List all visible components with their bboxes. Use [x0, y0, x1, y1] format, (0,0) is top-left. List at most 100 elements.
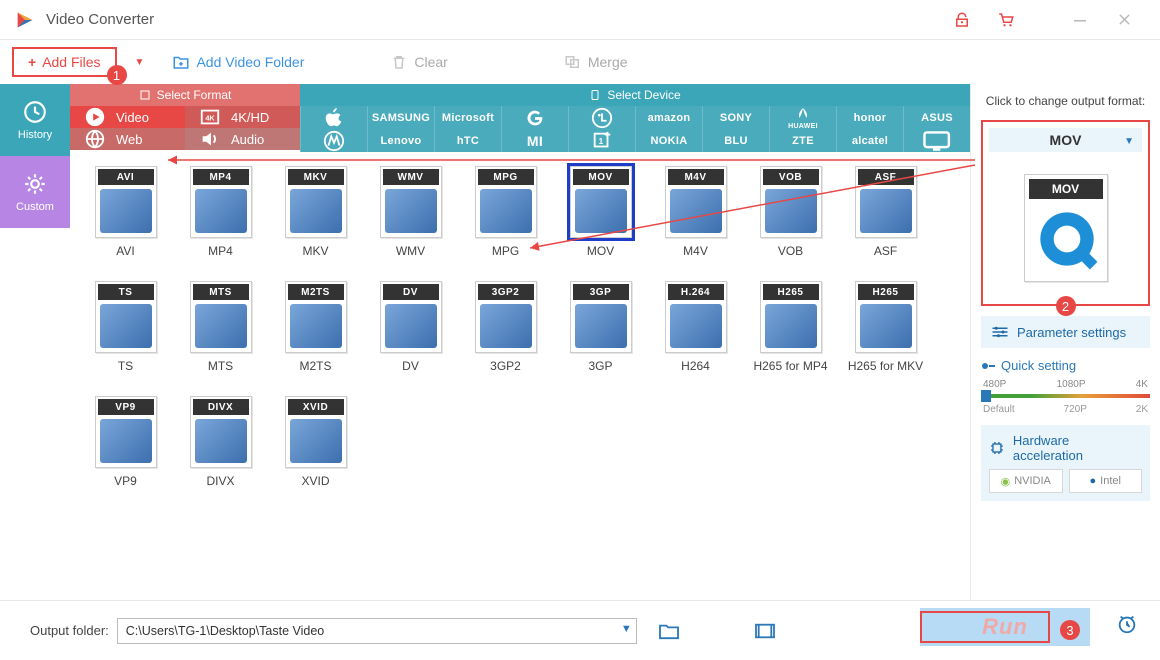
format-wmv[interactable]: WMVWMV — [363, 166, 458, 281]
brand-blu[interactable]: BLU — [702, 130, 769, 152]
brand-row-2: LenovohTCMI1NOKIABLUZTEalcatel — [300, 130, 970, 152]
schedule-button[interactable] — [1116, 613, 1138, 640]
add-files-dropdown[interactable]: ▼ — [135, 57, 145, 68]
open-output-button[interactable] — [747, 618, 783, 644]
format-avi[interactable]: AVIAVI — [78, 166, 173, 281]
chevron-down-icon[interactable]: ▼ — [1124, 136, 1134, 147]
add-files-button[interactable]: + Add Files — [12, 47, 117, 77]
brand-oneplus[interactable]: 1 — [568, 130, 635, 152]
format-3gp2[interactable]: 3GP23GP2 — [458, 281, 553, 396]
history-icon — [22, 99, 48, 125]
brand-honor[interactable]: honor — [836, 106, 903, 130]
format-xvid[interactable]: XVIDXVID — [268, 396, 363, 511]
category-rows: Video 4K 4K/HD Web Audio — [70, 106, 970, 152]
web-label: Web — [116, 132, 143, 147]
select-device-tab[interactable]: Select Device — [300, 84, 970, 106]
sidebar-item-custom[interactable]: Custom — [0, 156, 70, 228]
open-folder-button[interactable] — [651, 618, 687, 644]
brand-microsoft[interactable]: Microsoft — [434, 106, 501, 130]
format-3gp[interactable]: 3GP3GP — [553, 281, 648, 396]
output-format-box[interactable]: MOV ▼ MOV 2 — [981, 120, 1150, 306]
brand-google[interactable] — [501, 106, 568, 130]
output-path-text: C:\Users\TG-1\Desktop\Taste Video — [126, 624, 324, 638]
cat-hd[interactable]: 4K 4K/HD — [185, 106, 300, 128]
brand-apple[interactable] — [300, 106, 367, 130]
gear-icon — [22, 171, 48, 197]
brand-lg[interactable] — [568, 106, 635, 130]
callout-2-badge: 2 — [1056, 296, 1076, 316]
sidebar-item-history[interactable]: History — [0, 84, 70, 156]
format-asf[interactable]: ASFASF — [838, 166, 933, 281]
dot-line-icon — [981, 359, 995, 373]
quicktime-icon — [1035, 207, 1099, 271]
format-ts[interactable]: TSTS — [78, 281, 173, 396]
merge-button[interactable]: Merge — [554, 53, 638, 71]
device-icon — [589, 89, 601, 101]
content-area: History Custom Select Format Select Devi… — [0, 84, 1160, 600]
chip-nvidia[interactable]: ◉NVIDIA — [989, 469, 1063, 493]
output-format-name: MOV — [1050, 132, 1082, 148]
cart-button[interactable] — [984, 0, 1028, 40]
path-dropdown-icon[interactable]: ▼ — [621, 623, 632, 635]
format-vob[interactable]: VOBVOB — [743, 166, 838, 281]
brand-amazon[interactable]: amazon — [635, 106, 702, 130]
brand-tv[interactable] — [903, 130, 970, 152]
video-label: Video — [116, 110, 149, 125]
run-label: Run — [982, 614, 1028, 640]
format-vp9[interactable]: VP9VP9 — [78, 396, 173, 511]
app-title: Video Converter — [46, 11, 940, 28]
brand-motorola[interactable] — [300, 130, 367, 152]
select-device-label: Select Device — [607, 88, 680, 102]
clear-label: Clear — [414, 54, 447, 70]
activate-button[interactable] — [940, 0, 984, 40]
format-mov[interactable]: MOVMOV — [553, 166, 648, 281]
brand-sony[interactable]: SONY — [702, 106, 769, 130]
minimize-button[interactable] — [1058, 0, 1102, 40]
format-mkv[interactable]: MKVMKV — [268, 166, 363, 281]
plus-icon: + — [28, 54, 36, 70]
brand-xiaomi[interactable]: MI — [501, 130, 568, 152]
chip-intel[interactable]: ●Intel — [1069, 469, 1143, 493]
quality-slider[interactable] — [981, 394, 1150, 398]
brand-asus[interactable]: ASUS — [903, 106, 970, 130]
brand-samsung[interactable]: SAMSUNG — [367, 106, 434, 130]
brand-nokia[interactable]: NOKIA — [635, 130, 702, 152]
format-m2ts[interactable]: M2TSM2TS — [268, 281, 363, 396]
format-grid: AVIAVIMP4MP4MKVMKVWMVWMVMPGMPGMOVMOVM4VM… — [70, 152, 970, 600]
cat-video[interactable]: Video — [70, 106, 185, 128]
audio-label: Audio — [231, 132, 264, 147]
hw-accel-toggle[interactable]: Hardware acceleration — [989, 433, 1142, 463]
format-dv[interactable]: DVDV — [363, 281, 458, 396]
format-icon — [139, 89, 151, 101]
output-format-title: MOV ▼ — [989, 128, 1142, 152]
format-mpg[interactable]: MPGMPG — [458, 166, 553, 281]
brand-lenovo[interactable]: Lenovo — [367, 130, 434, 152]
brand-zte[interactable]: ZTE — [769, 130, 836, 152]
parameter-settings-button[interactable]: Parameter settings — [981, 316, 1150, 348]
format-divx[interactable]: DIVXDIVX — [173, 396, 268, 511]
clear-button[interactable]: Clear — [380, 53, 457, 71]
format-mp4[interactable]: MP4MP4 — [173, 166, 268, 281]
globe-icon — [84, 128, 106, 150]
quality-marks-top: 480P 1080P 4K — [981, 379, 1150, 390]
format-m4v[interactable]: M4VM4V — [648, 166, 743, 281]
play-circle-icon — [84, 106, 106, 128]
output-folder-path[interactable]: C:\Users\TG-1\Desktop\Taste Video ▼ — [117, 618, 637, 644]
cat-web[interactable]: Web — [70, 128, 185, 150]
brand-htc[interactable]: hTC — [434, 130, 501, 152]
hw-accel-label: Hardware acceleration — [1013, 433, 1142, 463]
select-format-tab[interactable]: Select Format — [70, 84, 300, 106]
format-h264[interactable]: H.264H264 — [648, 281, 743, 396]
toolbar: + Add Files 1 ▼ Add Video Folder Clear M… — [0, 40, 1160, 84]
add-video-folder-button[interactable]: Add Video Folder — [162, 53, 314, 71]
format-h265-for-mkv[interactable]: H265H265 for MKV — [838, 281, 933, 396]
format-mts[interactable]: MTSMTS — [173, 281, 268, 396]
output-preview: MOV — [989, 158, 1142, 298]
brand-alcatel[interactable]: alcatel — [836, 130, 903, 152]
brand-huawei[interactable]: HUAWEI — [769, 106, 836, 130]
format-h265-for-mp4[interactable]: H265H265 for MP4 — [743, 281, 838, 396]
quality-marks-bottom: Default 720P 2K — [981, 404, 1150, 415]
quick-setting-panel: Quick setting 480P 1080P 4K Default 720P… — [981, 358, 1150, 415]
close-button[interactable] — [1102, 0, 1146, 40]
cat-audio[interactable]: Audio — [185, 128, 300, 150]
